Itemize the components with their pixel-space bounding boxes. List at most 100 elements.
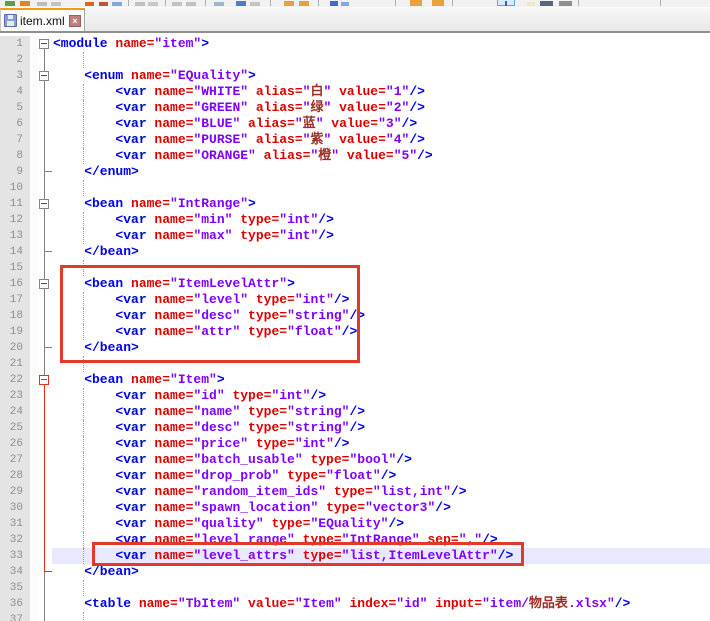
toolbar-icon-fragment[interactable]: [20, 1, 30, 6]
code-text[interactable]: <var name="desc" type="string"/>: [52, 420, 710, 436]
code-text[interactable]: <var name="id" type="int"/>: [52, 388, 710, 404]
code-line[interactable]: 21: [0, 356, 710, 372]
code-line[interactable]: 19 <var name="attr" type="float"/>: [0, 324, 710, 340]
code-line[interactable]: 18 <var name="desc" type="string"/>: [0, 308, 710, 324]
toolbar-icon-fragment[interactable]: [85, 2, 94, 6]
code-text[interactable]: <var name="WHITE" alias="白" value="1"/>: [52, 84, 710, 100]
toolbar-icon-fragment[interactable]: [559, 1, 572, 6]
code-line[interactable]: 30 <var name="spawn_location" type="vect…: [0, 500, 710, 516]
code-line[interactable]: 9 </enum>: [0, 164, 710, 180]
toolbar-icon-fragment[interactable]: [527, 2, 535, 6]
code-line[interactable]: 17 <var name="level" type="int"/>: [0, 292, 710, 308]
toolbar-icon-fragment[interactable]: [330, 1, 338, 6]
code-text[interactable]: <table name="TbItem" value="Item" index=…: [52, 596, 710, 612]
code-line[interactable]: 7 <var name="PURSE" alias="紫" value="4"/…: [0, 132, 710, 148]
code-text[interactable]: [52, 612, 710, 621]
code-text[interactable]: </bean>: [52, 244, 710, 260]
toolbar-icon-fragment[interactable]: [540, 1, 553, 6]
toolbar-icon-fragment[interactable]: [186, 2, 196, 6]
close-tab-icon[interactable]: ×: [69, 15, 81, 27]
code-line[interactable]: 25 <var name="desc" type="string"/>: [0, 420, 710, 436]
code-line[interactable]: 34 </bean>: [0, 564, 710, 580]
code-text[interactable]: <var name="price" type="int"/>: [52, 436, 710, 452]
toolbar-icon-fragment[interactable]: [5, 1, 15, 6]
code-line[interactable]: 32 <var name="level_range" type="IntRang…: [0, 532, 710, 548]
toolbar-icon-fragment[interactable]: [112, 2, 122, 6]
code-text[interactable]: <var name="GREEN" alias="绿" value="2"/>: [52, 100, 710, 116]
code-text[interactable]: <var name="level" type="int"/>: [52, 292, 710, 308]
code-text[interactable]: <var name="max" type="int"/>: [52, 228, 710, 244]
code-text[interactable]: <var name="min" type="int"/>: [52, 212, 710, 228]
code-text[interactable]: </bean>: [52, 340, 710, 356]
code-line[interactable]: 37: [0, 612, 710, 621]
toolbar-icon-fragment[interactable]: [214, 2, 224, 6]
code-text[interactable]: </enum>: [52, 164, 710, 180]
toolbar-icon-fragment[interactable]: [410, 0, 422, 6]
code-text[interactable]: <var name="drop_prob" type="float"/>: [52, 468, 710, 484]
fold-toggle-icon[interactable]: [39, 199, 49, 209]
code-text[interactable]: <var name="level_attrs" type="list,ItemL…: [52, 548, 710, 564]
code-line[interactable]: 15: [0, 260, 710, 276]
code-text[interactable]: <var name="name" type="string"/>: [52, 404, 710, 420]
code-line[interactable]: 20 </bean>: [0, 340, 710, 356]
code-text[interactable]: <bean name="Item">: [52, 372, 710, 388]
code-line[interactable]: 2: [0, 52, 710, 68]
code-text[interactable]: <var name="PURSE" alias="紫" value="4"/>: [52, 132, 710, 148]
code-line[interactable]: 8 <var name="ORANGE" alias="橙" value="5"…: [0, 148, 710, 164]
fold-toggle-icon[interactable]: [39, 39, 49, 49]
code-line[interactable]: 11 <bean name="IntRange">: [0, 196, 710, 212]
toolbar-icon-fragment[interactable]: [432, 0, 444, 6]
toolbar-icon-fragment[interactable]: [172, 2, 182, 6]
code-line[interactable]: 35: [0, 580, 710, 596]
toolbar-icon-fragment[interactable]: [250, 2, 260, 6]
code-text[interactable]: [52, 52, 710, 68]
code-text[interactable]: [52, 580, 710, 596]
code-text[interactable]: <enum name="EQuality">: [52, 68, 710, 84]
code-text[interactable]: <bean name="IntRange">: [52, 196, 710, 212]
code-line[interactable]: 13 <var name="max" type="int"/>: [0, 228, 710, 244]
tab-item-xml[interactable]: item.xml ×: [0, 8, 85, 31]
code-line[interactable]: 33 <var name="level_attrs" type="list,It…: [0, 548, 710, 564]
code-text[interactable]: <var name="level_range" type="IntRange" …: [52, 532, 710, 548]
code-line[interactable]: 31 <var name="quality" type="EQuality"/>: [0, 516, 710, 532]
code-line[interactable]: 36 <table name="TbItem" value="Item" ind…: [0, 596, 710, 612]
code-text[interactable]: [52, 356, 710, 372]
toolbar-icon-fragment[interactable]: [299, 1, 309, 6]
code-line[interactable]: 28 <var name="drop_prob" type="float"/>: [0, 468, 710, 484]
code-text[interactable]: [52, 180, 710, 196]
code-line[interactable]: 12 <var name="min" type="int"/>: [0, 212, 710, 228]
toolbar-icon-fragment[interactable]: [236, 1, 246, 6]
code-text[interactable]: <module name="item">: [52, 36, 710, 52]
code-line[interactable]: 3 <enum name="EQuality">: [0, 68, 710, 84]
fold-toggle-icon[interactable]: [39, 375, 49, 385]
code-line[interactable]: 22 <bean name="Item">: [0, 372, 710, 388]
code-text[interactable]: <var name="attr" type="float"/>: [52, 324, 710, 340]
code-line[interactable]: 6 <var name="BLUE" alias="蓝" value="3"/>: [0, 116, 710, 132]
toolbar-icon-fragment[interactable]: [341, 2, 349, 6]
fold-toggle-icon[interactable]: [39, 71, 49, 81]
toolbar-icon-fragment[interactable]: [497, 0, 515, 6]
code-text[interactable]: <var name="quality" type="EQuality"/>: [52, 516, 710, 532]
code-text[interactable]: <var name="BLUE" alias="蓝" value="3"/>: [52, 116, 710, 132]
toolbar-icon-fragment[interactable]: [99, 2, 108, 6]
toolbar-icon-fragment[interactable]: [148, 2, 158, 6]
toolbar-icon-fragment[interactable]: [37, 2, 47, 6]
code-line[interactable]: 26 <var name="price" type="int"/>: [0, 436, 710, 452]
code-text[interactable]: <var name="desc" type="string"/>: [52, 308, 710, 324]
code-text[interactable]: <var name="ORANGE" alias="橙" value="5"/>: [52, 148, 710, 164]
code-text[interactable]: <bean name="ItemLevelAttr">: [52, 276, 710, 292]
code-line[interactable]: 1<module name="item">: [0, 36, 710, 52]
toolbar-icon-fragment[interactable]: [51, 2, 61, 6]
editor-pane[interactable]: 1<module name="item">23 <enum name="EQua…: [0, 33, 710, 621]
code-line[interactable]: 27 <var name="batch_usable" type="bool"/…: [0, 452, 710, 468]
code-line[interactable]: 5 <var name="GREEN" alias="绿" value="2"/…: [0, 100, 710, 116]
code-text[interactable]: <var name="batch_usable" type="bool"/>: [52, 452, 710, 468]
code-line[interactable]: 23 <var name="id" type="int"/>: [0, 388, 710, 404]
code-text[interactable]: <var name="spawn_location" type="vector3…: [52, 500, 710, 516]
code-text[interactable]: <var name="random_item_ids" type="list,i…: [52, 484, 710, 500]
code-line[interactable]: 14 </bean>: [0, 244, 710, 260]
code-line[interactable]: 10: [0, 180, 710, 196]
toolbar-icon-fragment[interactable]: [284, 1, 294, 6]
code-line[interactable]: 24 <var name="name" type="string"/>: [0, 404, 710, 420]
fold-toggle-icon[interactable]: [39, 279, 49, 289]
